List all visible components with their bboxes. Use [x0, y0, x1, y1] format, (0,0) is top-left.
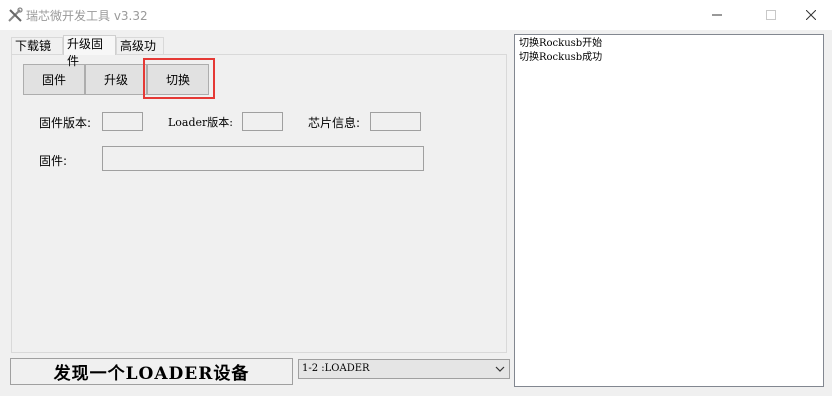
firmware-path-field — [102, 146, 424, 171]
chip-info-label: 芯片信息: — [308, 116, 361, 130]
tools-icon — [8, 7, 23, 22]
loader-version-label: Loader版本: — [168, 116, 234, 129]
maximize-icon — [766, 10, 776, 20]
status-text: 发现一个LOADER设备 — [10, 358, 293, 385]
firmware-version-label: 固件版本: — [39, 116, 92, 130]
firmware-version-field — [102, 112, 143, 131]
device-select-value: 1-2 :LOADER — [302, 363, 370, 374]
chevron-down-icon[interactable] — [493, 361, 507, 377]
tab-upgrade-firmware[interactable]: 升级固件 — [63, 35, 116, 68]
switch-button[interactable]: 切换 — [147, 64, 209, 95]
log-panel[interactable]: 切换Rockusb开始 切换Rockusb成功 — [514, 34, 824, 387]
firmware-path-label: 固件: — [39, 154, 68, 168]
upgrade-button[interactable]: 升级 — [85, 64, 147, 95]
chip-info-field — [370, 112, 421, 131]
close-icon — [806, 10, 816, 20]
tab-advanced[interactable]: 高级功能 — [116, 37, 164, 70]
close-button[interactable] — [788, 0, 832, 30]
log-line: 切换Rockusb成功 — [519, 52, 603, 63]
device-select[interactable]: 1-2 :LOADER — [298, 359, 510, 379]
log-line: 切换Rockusb开始 — [519, 38, 603, 49]
loader-version-field — [242, 112, 283, 131]
title-bar: 瑞芯微开发工具 v3.32 — [0, 0, 832, 31]
minimize-icon — [712, 14, 722, 16]
upgrade-firmware-panel — [11, 54, 507, 353]
window-title: 瑞芯微开发工具 v3.32 — [26, 9, 148, 23]
tab-download-image[interactable]: 下载镜像 — [11, 37, 63, 70]
minimize-button[interactable] — [694, 0, 740, 30]
